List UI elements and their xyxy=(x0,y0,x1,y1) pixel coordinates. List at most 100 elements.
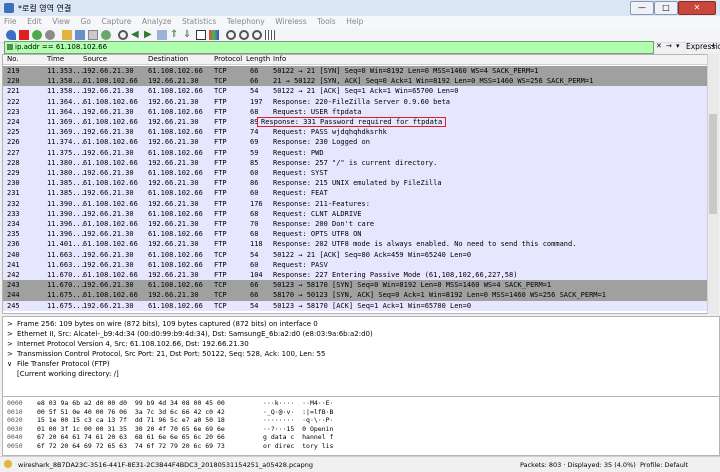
expand-arrow-icon[interactable]: > xyxy=(7,339,17,349)
restart-icon[interactable] xyxy=(32,30,42,40)
zoom-out-icon[interactable] xyxy=(239,30,249,40)
table-row[interactable]: 226 11.374... 61.108.102.66 192.66.21.30 FTP… xyxy=(3,137,708,148)
table-row[interactable]: 230 11.385... 61.108.102.66 192.66.21.30 FTP… xyxy=(3,178,708,189)
open-icon[interactable] xyxy=(62,30,72,40)
close-button[interactable]: ✕ xyxy=(678,1,716,15)
menu-go[interactable]: Go xyxy=(77,16,95,26)
menu-analyze[interactable]: Analyze xyxy=(138,16,176,26)
back-icon[interactable]: ◀ xyxy=(131,30,141,40)
last-icon[interactable]: ⇓ xyxy=(183,30,193,40)
table-row[interactable]: 229 11.380... 192.66.21.30 61.108.102.66 FTP… xyxy=(3,168,708,179)
stop-icon[interactable] xyxy=(19,30,29,40)
menu-file[interactable]: File xyxy=(0,16,21,26)
table-row[interactable]: 243 11.670... 192.66.21.30 61.108.102.66 TCP… xyxy=(3,280,708,291)
close-file-icon[interactable] xyxy=(88,30,98,40)
display-filter-input[interactable]: ip.addr == 61.108.102.66 xyxy=(4,41,654,54)
detail-tree-item[interactable]: [Current working directory: /] xyxy=(17,369,119,379)
hex-ascii[interactable]: ········ ·q·\··P· xyxy=(263,416,333,425)
menu-tools[interactable]: Tools xyxy=(313,16,339,26)
table-row[interactable]: 240 11.663... 192.66.21.30 61.108.102.66 TCP… xyxy=(3,249,708,260)
find-icon[interactable] xyxy=(118,30,128,40)
autoscroll-icon[interactable] xyxy=(196,30,206,40)
detail-tree-item[interactable]: > Transmission Control Protocol, Src Port… xyxy=(7,349,325,359)
table-row[interactable]: 231 11.385... 192.66.21.30 61.108.102.66 FTP… xyxy=(3,188,708,199)
forward-icon[interactable]: ▶ xyxy=(144,30,154,40)
table-row[interactable]: 225 11.369... 192.66.21.30 61.108.102.66 FTP… xyxy=(3,127,708,138)
go-to-icon[interactable] xyxy=(157,30,167,40)
menu-wireless[interactable]: Wireless xyxy=(271,16,310,26)
table-row[interactable]: 222 11.364... 61.108.102.66 192.66.21.30 FTP… xyxy=(3,96,708,107)
expert-info-icon[interactable] xyxy=(4,460,12,468)
apply-filter-icon[interactable]: → xyxy=(666,42,672,50)
hex-ascii[interactable]: or direc tory lis xyxy=(263,442,333,451)
table-row[interactable]: 221 11.358... 192.66.21.30 61.108.102.66 TCP… xyxy=(3,86,708,97)
hex-bytes[interactable]: e8 03 9a 6b a2 d0 00 d0 99 b9 4d 34 08 0… xyxy=(37,399,225,408)
hex-ascii[interactable]: g data c hannel f xyxy=(263,433,333,442)
table-row[interactable]: 236 11.401... 61.108.102.66 192.66.21.30 FTP… xyxy=(3,239,708,250)
hex-bytes[interactable]: 01 00 3f 1c 00 00 31 35 30 20 4f 70 65 6… xyxy=(37,425,225,434)
resize-columns-icon[interactable] xyxy=(265,30,275,40)
bookmark-icon[interactable] xyxy=(7,44,13,50)
menu-statistics[interactable]: Statistics xyxy=(178,16,220,26)
hex-ascii[interactable]: ··?···15 0 Openin xyxy=(263,425,333,434)
packet-list-scrollbar[interactable] xyxy=(707,54,719,314)
detail-tree-item[interactable]: > Ethernet II, Src: Alcatel-_b9:4d:34 (00… xyxy=(7,329,373,339)
clear-filter-icon[interactable]: ✕ xyxy=(656,42,662,50)
menu-edit[interactable]: Edit xyxy=(23,16,46,26)
column-header-length[interactable]: Length xyxy=(246,55,270,63)
table-row[interactable]: 228 11.380... 61.108.102.66 192.66.21.30 FTP… xyxy=(3,157,708,168)
hex-ascii[interactable]: ···k···· ··M4··E· xyxy=(263,399,333,408)
minimize-button[interactable]: — xyxy=(630,1,654,15)
table-row[interactable]: 244 11.675... 61.108.102.66 192.66.21.30 TCP… xyxy=(3,290,708,301)
table-row[interactable]: 223 11.364... 192.66.21.30 61.108.102.66 FTP… xyxy=(3,106,708,117)
shark-fin-icon[interactable] xyxy=(6,30,16,40)
column-header-info[interactable]: Info xyxy=(273,55,286,63)
detail-tree-item[interactable]: > Internet Protocol Version 4, Src: 61.10… xyxy=(7,339,249,349)
expand-arrow-icon[interactable]: > xyxy=(7,329,17,339)
column-header-no[interactable]: No. xyxy=(7,55,19,63)
zoom-in-icon[interactable] xyxy=(226,30,236,40)
hex-bytes[interactable]: 67 20 64 61 74 61 20 63 68 61 6e 6e 65 6… xyxy=(37,433,225,442)
filter-dropdown-icon[interactable]: ▾ xyxy=(676,42,680,50)
detail-tree-item[interactable]: ∨ File Transfer Protocol (FTP) xyxy=(7,359,110,369)
reload-icon[interactable] xyxy=(101,30,111,40)
colorize-icon[interactable] xyxy=(209,30,219,40)
table-row[interactable]: 224 11.369... 61.108.102.66 192.66.21.30 FTP… xyxy=(3,116,708,128)
hex-ascii[interactable]: ·_Q·@·v· :|=lfB·B xyxy=(263,408,333,417)
maximize-button[interactable]: □ xyxy=(654,1,678,15)
expand-arrow-icon[interactable]: > xyxy=(7,349,17,359)
table-row[interactable]: 241 11.663... 192.66.21.30 61.108.102.66 FTP… xyxy=(3,259,708,270)
menu-telephony[interactable]: Telephony xyxy=(223,16,269,26)
cell-info: 50123 → 58170 [SYN] Seq=0 Win=8192 Len=0… xyxy=(273,281,552,290)
hex-bytes[interactable]: 6f 72 20 64 69 72 65 63 74 6f 72 79 20 6… xyxy=(37,442,225,451)
table-row[interactable]: 242 11.670... 61.108.102.66 192.66.21.30 FTP… xyxy=(3,270,708,281)
save-icon[interactable] xyxy=(75,30,85,40)
column-header-protocol[interactable]: Protocol xyxy=(214,55,242,63)
first-icon[interactable]: ⇑ xyxy=(170,30,180,40)
menu-help[interactable]: Help xyxy=(342,16,367,26)
column-header-time[interactable]: Time xyxy=(47,55,64,63)
table-row[interactable]: 235 11.396... 192.66.21.30 61.108.102.66 FTP… xyxy=(3,229,708,240)
table-row[interactable]: 232 11.390... 61.108.102.66 192.66.21.30 FTP… xyxy=(3,198,708,209)
detail-tree-item[interactable]: > Frame 256: 109 bytes on wire (872 bits)… xyxy=(7,319,318,329)
add-filter-button[interactable]: + xyxy=(710,41,717,50)
collapse-arrow-icon[interactable]: ∨ xyxy=(7,359,17,369)
options-icon[interactable] xyxy=(45,30,55,40)
table-row[interactable]: 233 11.390... 192.66.21.30 61.108.102.66 FTP… xyxy=(3,208,708,219)
table-row[interactable]: 227 11.375... 192.66.21.30 61.108.102.66 FTP… xyxy=(3,147,708,158)
table-row[interactable]: 245 11.675... 192.66.21.30 61.108.102.66 TCP… xyxy=(3,300,708,311)
scrollbar-thumb[interactable] xyxy=(709,114,717,214)
menu-view[interactable]: View xyxy=(48,16,74,26)
menu-capture[interactable]: Capture xyxy=(98,16,136,26)
hex-bytes[interactable]: 00 5f 51 0e 40 00 76 06 3a 7c 3d 6c 66 4… xyxy=(37,408,225,417)
table-row[interactable]: 220 11.358... 61.108.102.66 192.66.21.30 TCP… xyxy=(3,76,708,87)
profile-label[interactable]: Profile: Default xyxy=(640,461,688,469)
expand-arrow-icon[interactable]: > xyxy=(7,319,17,329)
column-header-destination[interactable]: Destination xyxy=(148,55,188,63)
hex-bytes[interactable]: 15 1e 00 15 c3 ca 13 7f dd 71 96 5c e7 a… xyxy=(37,416,225,425)
table-row[interactable]: 234 11.396... 61.108.102.66 192.66.21.30 FTP… xyxy=(3,219,708,230)
normal-size-icon[interactable] xyxy=(252,30,262,40)
cell-proto: FTP xyxy=(214,158,227,167)
column-header-source[interactable]: Source xyxy=(83,55,107,63)
table-row[interactable]: 219 11.353... 192.66.21.30 61.108.102.66 TCP… xyxy=(3,66,708,77)
